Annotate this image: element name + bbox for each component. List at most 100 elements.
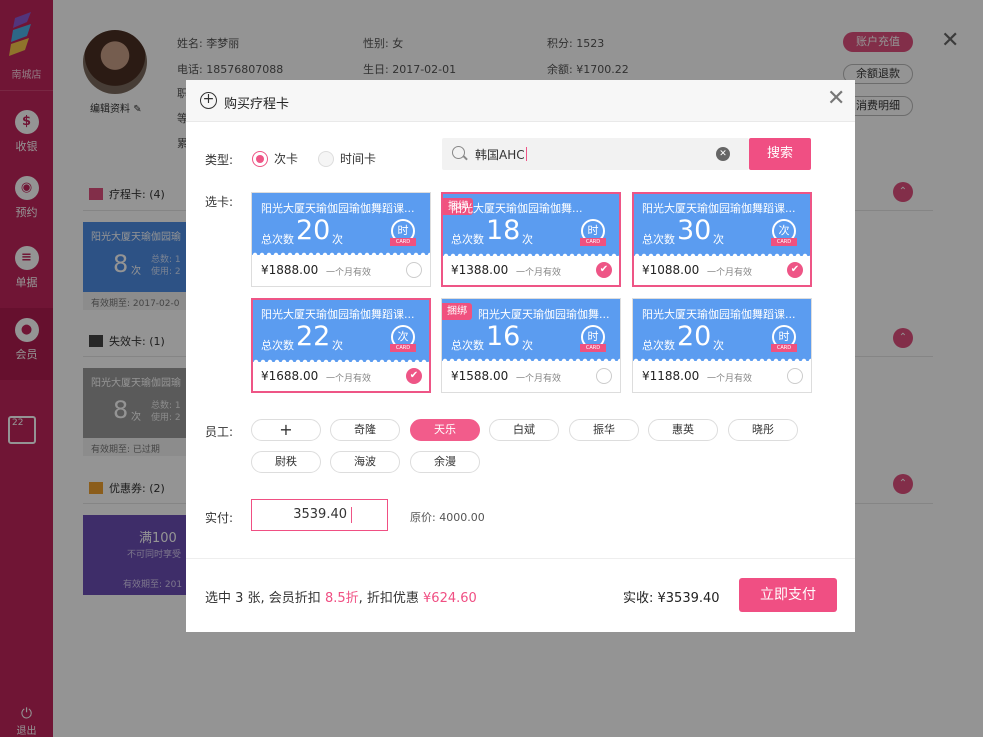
staff-chip[interactable]: 白斌 — [489, 419, 559, 441]
unchecked-circle-icon[interactable] — [787, 368, 803, 384]
search-icon — [452, 146, 465, 159]
card-name: 阳光大厦天瑜伽园瑜伽舞蹈课... — [642, 308, 796, 321]
staff-chip[interactable]: 晓彤 — [728, 419, 798, 441]
card-unit: 次 — [522, 233, 533, 246]
clear-icon[interactable]: ✕ — [716, 147, 730, 161]
radio-count-card[interactable]: 次卡 — [252, 150, 298, 167]
type-label: 类型: — [205, 153, 234, 167]
radio-time-card[interactable]: 时间卡 — [318, 150, 376, 167]
card-price: ¥1188.00 — [642, 369, 700, 383]
radio-label: 次卡 — [274, 152, 299, 166]
unchecked-circle-icon[interactable] — [406, 262, 422, 278]
count-label: 总次数 — [261, 233, 294, 246]
count-label: 总次数 — [642, 233, 675, 246]
card-price: ¥1388.00 — [451, 263, 509, 277]
card-count: 22 — [296, 321, 331, 352]
select-card-label: 选卡: — [205, 195, 234, 209]
card-type-badge-icon: 时 CARD — [578, 325, 608, 355]
radio-dot — [252, 151, 268, 167]
card-type-badge-icon: 次 CARD — [769, 219, 799, 249]
dialog-header: + 购买疗程卡 ✕ — [186, 80, 855, 122]
card-type-badge-icon: 时 CARD — [578, 219, 608, 249]
radio-dot — [318, 151, 334, 167]
course-card-option[interactable]: 捆绑 阳光大厦天瑜伽园瑜伽舞... 总次数 16 次 时 CARD ¥1588.00 一个月有效 — [441, 298, 621, 393]
card-type-badge-icon: 次 CARD — [388, 325, 418, 355]
paid-amount-input[interactable]: 3539.40 — [251, 499, 388, 531]
badge-sub: CARD — [771, 344, 797, 352]
staff-label: 员工: — [205, 425, 234, 439]
card-count: 18 — [486, 215, 521, 246]
divider — [186, 558, 855, 559]
course-card-option[interactable]: 阳光大厦天瑜伽园瑜伽舞蹈课... 总次数 20 次 时 CARD ¥1888.00 一个月有效 — [251, 192, 431, 287]
card-header: 阳光大厦天瑜伽园瑜伽舞蹈课... 总次数 22 次 次 CARD — [253, 300, 429, 362]
staff-chip[interactable]: 天乐 — [410, 419, 480, 441]
staff-chip[interactable]: 惠英 — [648, 419, 718, 441]
bundle-tag: 捆绑 — [442, 303, 472, 320]
card-count: 16 — [486, 321, 521, 352]
staff-chip[interactable]: 奇隆 — [330, 419, 400, 441]
count-label: 总次数 — [451, 339, 484, 352]
card-unit: 次 — [713, 233, 724, 246]
badge-sub: CARD — [390, 238, 416, 246]
count-label: 总次数 — [261, 339, 294, 352]
card-unit: 次 — [713, 339, 724, 352]
original-price: 原价: 4000.00 — [410, 511, 485, 524]
checked-circle-icon[interactable]: ✔ — [596, 262, 612, 278]
card-name: 阳光大厦天瑜伽园瑜伽舞蹈课... — [642, 202, 796, 215]
card-name: 阳光大厦天瑜伽园瑜伽舞蹈课... — [261, 308, 415, 321]
card-validity: 一个月有效 — [707, 374, 753, 384]
card-count: 20 — [677, 321, 712, 352]
course-card-option[interactable]: 阳光大厦天瑜伽园瑜伽舞蹈课... 总次数 20 次 时 CARD ¥1188.00 一个月有效 — [632, 298, 812, 393]
pay-now-button[interactable]: 立即支付 — [739, 578, 837, 612]
plus-circle-icon: + — [200, 92, 217, 109]
card-header: 阳光大厦天瑜伽园瑜伽舞蹈课... 总次数 20 次 时 CARD — [252, 193, 430, 255]
staff-chip[interactable]: 尉秩 — [251, 451, 321, 473]
search-button[interactable]: 搜索 — [749, 138, 811, 170]
summary-text: 选中 3 张, 会员折扣 — [205, 591, 325, 606]
buy-course-card-dialog: + 购买疗程卡 ✕ 类型: 次卡 时间卡 韩国AHC ✕ 搜索 选卡: 阳光大厦… — [186, 80, 855, 632]
pay-label: 实付: — [205, 511, 234, 525]
staff-chip[interactable]: 振华 — [569, 419, 639, 441]
card-header: 捆绑 阳光大厦天瑜伽园瑜伽舞... 总次数 18 次时 CARD — [443, 194, 619, 256]
total-received: 实收: ¥3539.40 — [623, 591, 720, 606]
search-input[interactable]: 韩国AHC ✕ — [442, 138, 749, 170]
staff-chip[interactable]: 海波 — [330, 451, 400, 473]
card-count: 30 — [677, 215, 712, 246]
card-validity: 一个月有效 — [516, 268, 562, 278]
course-card-option[interactable]: 捆绑 阳光大厦天瑜伽园瑜伽舞... 总次数 18 次时 CARD ¥1388.00 一个月有效… — [441, 192, 621, 287]
search-value-wrap: 韩国AHC — [475, 146, 527, 163]
add-staff-button[interactable]: + — [251, 419, 321, 441]
card-price: ¥1088.00 — [642, 263, 700, 277]
badge-sub: CARD — [390, 344, 416, 352]
card-validity: 一个月有效 — [707, 268, 753, 278]
course-card-option[interactable]: 阳光大厦天瑜伽园瑜伽舞蹈课... 总次数 30 次 次 CARD ¥1088.00 一个月有效… — [632, 192, 812, 287]
radio-label: 时间卡 — [340, 152, 377, 166]
staff-chip[interactable]: 余漫 — [410, 451, 480, 473]
card-unit: 次 — [332, 339, 343, 352]
search-value: 韩国AHC — [475, 148, 525, 162]
dialog-title: 购买疗程卡 — [224, 97, 290, 112]
card-type-badge-icon: 时 CARD — [388, 219, 418, 249]
text-caret — [351, 507, 352, 523]
close-icon[interactable]: ✕ — [827, 88, 845, 110]
card-validity: 一个月有效 — [326, 374, 372, 384]
summary-text: , 折扣优惠 — [358, 591, 424, 606]
card-header: 捆绑 阳光大厦天瑜伽园瑜伽舞... 总次数 16 次 时 CARD — [442, 299, 620, 361]
count-label: 总次数 — [642, 339, 675, 352]
count-label: 总次数 — [451, 233, 484, 246]
card-name: 阳光大厦天瑜伽园瑜伽舞... — [451, 202, 583, 215]
discount-rate: 8.5折 — [324, 591, 359, 606]
card-count: 20 — [296, 215, 331, 246]
checked-circle-icon[interactable]: ✔ — [406, 368, 422, 384]
card-price: ¥1688.00 — [261, 369, 319, 383]
checked-circle-icon[interactable]: ✔ — [787, 262, 803, 278]
card-name: 阳光大厦天瑜伽园瑜伽舞蹈课... — [261, 202, 415, 215]
unchecked-circle-icon[interactable] — [596, 368, 612, 384]
text-caret — [525, 147, 527, 161]
card-name: 阳光大厦天瑜伽园瑜伽舞... — [478, 308, 610, 321]
card-price: ¥1888.00 — [261, 263, 319, 277]
discount-amount: ¥624.60 — [423, 591, 477, 606]
card-header: 阳光大厦天瑜伽园瑜伽舞蹈课... 总次数 20 次 时 CARD — [633, 299, 811, 361]
badge-sub: CARD — [580, 238, 606, 246]
course-card-option[interactable]: 阳光大厦天瑜伽园瑜伽舞蹈课... 总次数 22 次 次 CARD ¥1688.00 一个月有效… — [251, 298, 431, 393]
